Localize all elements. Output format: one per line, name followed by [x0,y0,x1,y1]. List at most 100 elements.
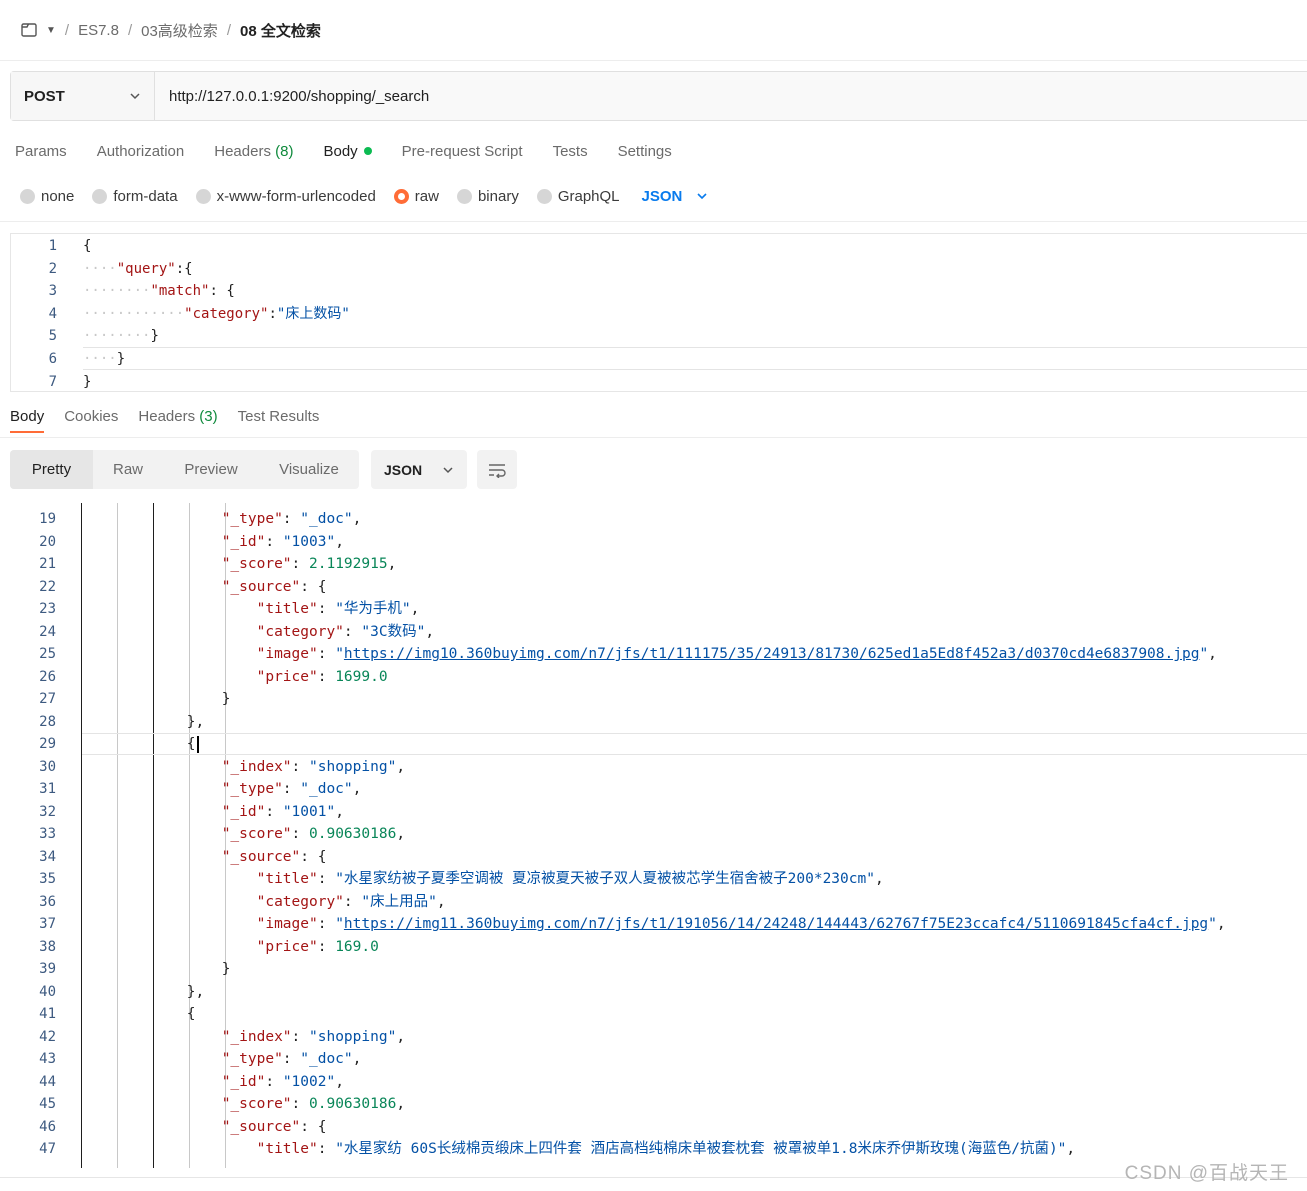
code-text: { [82,733,199,755]
line-number: 28 [39,713,56,730]
tab-tests[interactable]: Tests [553,143,588,160]
code-text: "_type": "_doc", [221,511,362,527]
line-number: 46 [39,1118,56,1135]
line-number: 20 [39,533,56,550]
headers-count: (8) [275,142,294,160]
code-text: "_score": 0.90630186, [221,1096,406,1112]
tab-label: Tests [552,142,588,160]
code-text: "_type": "_doc", [221,781,362,797]
method-label: POST [24,87,65,105]
tab-settings[interactable]: Settings [618,143,672,160]
request-body-editor[interactable]: 1{2 ····"query":{3 ········"match": {4 ····… [10,233,1307,392]
code-line: 6 ····} [11,348,1307,370]
radio-raw[interactable]: raw [393,187,439,205]
code-text: "_id": "1001", [221,803,344,820]
tab-pre-request-script[interactable]: Pre-request Script [402,143,523,160]
radio-button[interactable] [92,188,108,204]
tab-headers[interactable]: Headers (8) [214,143,293,160]
current-line-highlight [82,733,1307,755]
view-raw-button[interactable]: Raw [93,450,163,489]
line-number: 34 [39,848,56,865]
radio-label: raw [414,187,439,205]
tab-label: Body [323,142,358,160]
breadcrumb: ▼ / ES7.8 / 03高级检索 / 08 全文检索 [20,16,321,44]
caret-down-icon[interactable]: ▼ [46,25,56,36]
code-text: "_score": 0.90630186, [221,826,406,842]
radio-button[interactable] [20,188,35,204]
radio-none[interactable]: none [20,188,74,205]
line-number: 7 [48,373,57,390]
code-line: 1{ [11,235,1307,257]
radio-x-www-form-urlencoded[interactable]: x-www-form-urlencoded [195,188,376,205]
code-line: 32 "_id": "1001", [0,801,1307,824]
tab-response-body[interactable]: Body [10,408,45,433]
line-number: 35 [39,871,56,887]
radio-graphql[interactable]: GraphQL [536,187,620,205]
code-text: } [83,373,92,390]
code-line: 29 { [0,733,1307,756]
code-line: 35 "title": "水星家纺被子夏季空调被 夏凉被夏天被子双人夏被被芯学生… [0,868,1307,891]
line-number: 36 [39,893,56,910]
breadcrumb-separator: / [226,21,231,39]
tab-params[interactable]: Params [15,143,67,160]
breadcrumb-item-collection[interactable]: ES7.8 [78,22,119,39]
view-pretty-button[interactable]: Pretty [10,450,93,489]
radio-button[interactable] [456,188,472,204]
tab-label: Params [15,142,67,160]
radio-button[interactable] [536,188,552,204]
tab-cookies[interactable]: Cookies [64,408,118,431]
line-number: 39 [39,961,56,977]
tab-test-results[interactable]: Test Results [238,408,320,431]
chevron-down-icon [130,93,140,100]
code-line: 47 "title": "水星家纺 60S长绒棉贡缎床上四件套 酒店高档纯棉床单… [0,1138,1307,1161]
radio-label: binary [477,187,519,205]
line-number: 27 [39,691,56,707]
radio-form-data[interactable]: form-data [92,188,178,205]
url-input[interactable]: http://127.0.0.1:9200/shopping/_search [155,72,1307,120]
wrap-text-icon [489,463,506,478]
header-divider [0,60,1307,61]
line-number: 38 [39,938,56,955]
line-number: 19 [39,511,56,527]
body-type-radio-group: none form-data x-www-form-urlencoded raw… [20,185,708,207]
tab-body[interactable]: Body [323,142,372,160]
response-format-label: JSON [384,461,423,478]
line-number: 42 [39,1028,56,1045]
watermark: CSDN @百战天王 [1124,1163,1289,1184]
radio-label: GraphQL [557,187,620,205]
line-number: 33 [39,826,56,842]
code-text: "_source": { [221,848,327,865]
breadcrumb-item-folder[interactable]: 03高级检索 [141,20,218,41]
radio-button[interactable] [195,188,211,204]
radio-button-selected[interactable] [393,188,409,204]
response-body-viewer[interactable]: 19 "_type": "_doc", 20 "_id": "1003", 21 "… [0,503,1307,1168]
code-text: ····"query":{ [83,260,193,277]
body-indicator-dot [363,146,372,155]
line-number: 47 [39,1141,56,1157]
line-number: 30 [39,758,56,775]
code-line: 44 "_id": "1002", [0,1071,1307,1094]
code-line: 27 } [0,688,1307,711]
view-preview-button[interactable]: Preview [163,450,259,489]
breadcrumb-current-request[interactable]: 08 全文检索 [240,20,321,41]
response-format-select[interactable]: JSON [371,450,467,489]
code-line: 5 ········} [11,325,1307,347]
code-text: { [186,1006,196,1022]
wrap-lines-button[interactable] [477,450,517,489]
tab-label: Body [10,408,45,425]
tab-label: Authorization [96,142,185,160]
collection-icon[interactable] [20,21,38,39]
section-divider [0,221,1307,222]
code-line: 21 "_score": 2.1192915, [0,553,1307,576]
view-visualize-button[interactable]: Visualize [259,450,359,489]
tab-label: Test Results [237,408,320,425]
line-number: 3 [48,283,57,300]
code-text: } [221,691,231,707]
method-select[interactable]: POST [11,72,155,120]
radio-binary[interactable]: binary [456,187,519,205]
tab-authorization[interactable]: Authorization [97,143,185,160]
code-text: ············"category":"床上数码" [83,305,350,322]
tab-response-headers[interactable]: Headers (3) [138,408,217,431]
code-line: 26 "price": 1699.0 [0,666,1307,689]
body-format-select[interactable]: JSON [642,188,709,205]
